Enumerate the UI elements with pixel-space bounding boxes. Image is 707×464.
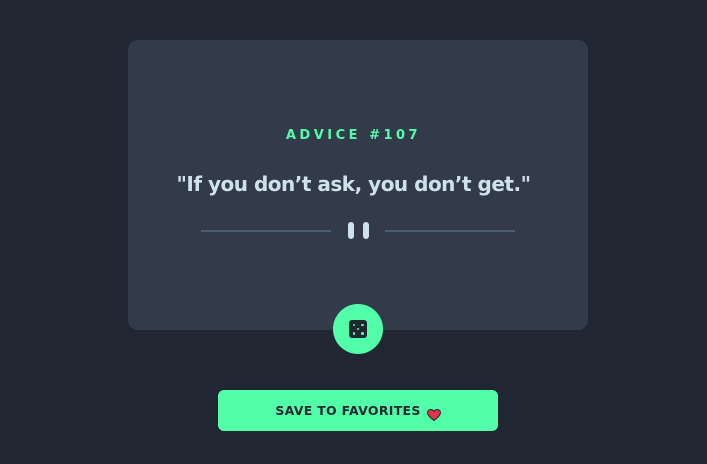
save-button-label: SAVE TO FAVORITES — [275, 403, 421, 418]
pause-bar-left — [348, 222, 354, 239]
divider-line-right — [385, 230, 515, 232]
advice-quote: "If you don’t ask, you don’t get." — [176, 172, 531, 196]
pause-bar-right — [363, 222, 369, 239]
new-advice-button[interactable] — [333, 304, 383, 354]
dice-icon — [349, 320, 367, 338]
advice-id-label: ADVICE #107 — [285, 128, 422, 143]
heart-icon — [426, 406, 441, 421]
divider-line-left — [201, 230, 331, 232]
save-to-favorites-button[interactable]: SAVE TO FAVORITES — [218, 390, 498, 431]
pause-icon — [347, 222, 371, 240]
